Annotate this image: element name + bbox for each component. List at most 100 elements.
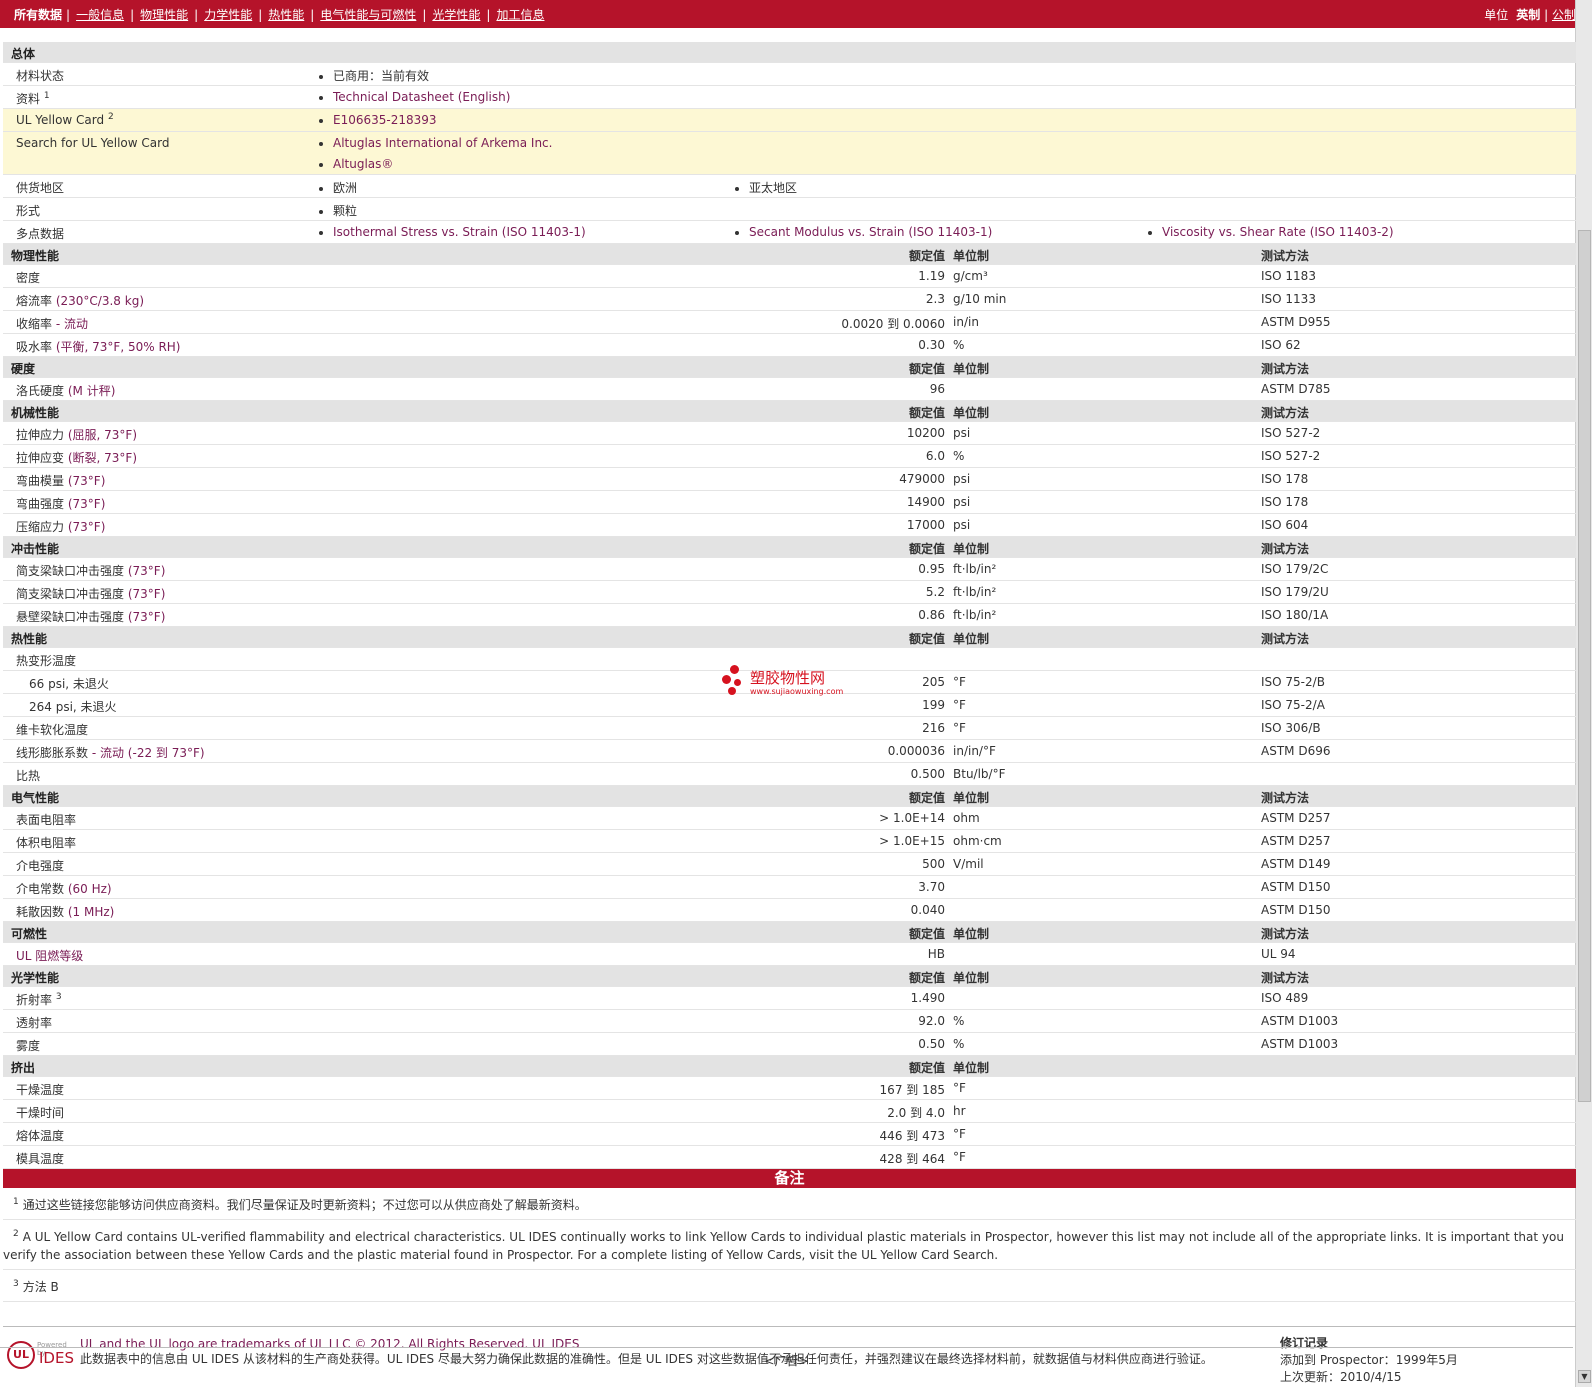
section-header: 机械性能 额定值 单位制 测试方法 [3,401,1576,422]
property-row: UL 阻燃等级 HB UL 94 [3,943,1576,966]
property-value: 0.000036 [887,744,945,758]
units-imperial[interactable]: 英制 [1516,8,1540,22]
row-label: Search for UL Yellow Card [16,136,170,150]
supplier-link[interactable]: Altuglas International of Arkema Inc. [333,136,552,150]
property-row: 弯曲强度 (73°F) 14900 psi ISO 178 [3,491,1576,514]
nav-optical[interactable]: 光学性能 [432,8,480,22]
property-label: 体积电阻率 [16,836,77,850]
column-header-value: 额定值 [908,1061,945,1075]
property-value: 14900 [906,495,945,509]
property-label: 拉伸应变 (断裂, 73°F) [16,451,138,465]
column-header-unit: 单位制 [953,362,990,376]
section-header: 光学性能 额定值 单位制 测试方法 [3,966,1576,987]
property-label: 干燥温度 [16,1083,65,1097]
test-method: ASTM D696 [1261,744,1331,758]
property-label: 密度 [16,271,41,285]
property-label: 熔体温度 [16,1129,65,1143]
nav-electrical-flammability[interactable]: 电气性能与可燃性 [320,8,416,22]
property-value: 0.0020 到 0.0060 [841,317,945,331]
property-row: 简支梁缺口冲击强度 (73°F) 0.95 ft·lb/in² ISO 179/2C [3,558,1576,581]
property-unit: ft·lb/in² [953,562,997,576]
property-row: 悬壁梁缺口冲击强度 (73°F) 0.86 ft·lb/in² ISO 180/1A [3,604,1576,627]
bullet-icon [735,230,739,235]
property-unit: % [953,449,965,463]
property-row: 压缩应力 (73°F) 17000 psi ISO 604 [3,514,1576,537]
bullet-item: Altuglas International of Arkema Inc. [319,136,552,150]
property-value: > 1.0E+14 [879,811,945,825]
section-header: 物理性能 额定值 单位制 测试方法 [3,244,1576,265]
nav-all-data[interactable]: 所有数据 [14,8,62,22]
scroll-thumb[interactable] [1578,230,1591,1102]
property-row: 熔流率 (230°C/3.8 kg) 2.3 g/10 min ISO 1133 [3,288,1576,311]
datasheet-content: 总体 材料状态 已商用：当前有效 资料 1 Technical Datashee… [3,42,1576,1395]
row-supply-region: 供货地区 欧洲 亚太地区 [3,175,1576,198]
vertical-scrollbar[interactable]: ▼ [1575,0,1592,1387]
watermark-logo: 塑胶物性网 www.sujiaowuxing.com [722,665,852,701]
multipoint-link[interactable]: Secant Modulus vs. Strain (ISO 11403-1) [749,225,992,239]
property-value: 3.70 [918,880,945,894]
row-search-yellow-card: Search for UL Yellow Card Altuglas Inter… [3,132,1576,175]
section-general-header: 总体 [3,42,1576,63]
property-row: 线形膨胀系数 - 流动 (-22 到 73°F) 0.000036 in/in/°F… [3,740,1576,763]
property-unit: in/in/°F [953,744,996,758]
section-nav: 所有数据 | 一般信息 | 物理性能 | 力学性能 | 热性能 | 电气性能与可燃性 | 光学性能 | 加工… [14,8,545,22]
ul-yellow-card-link[interactable]: E106635-218393 [333,113,437,127]
nav-physical[interactable]: 物理性能 [140,8,188,22]
property-row: 折射率 3 1.490 ISO 489 [3,987,1576,1010]
brand-link[interactable]: Altuglas® [333,157,393,171]
property-value: 96 [929,382,945,396]
test-method: ISO 178 [1261,495,1309,509]
row-ul-yellow-card: UL Yellow Card 2 E106635-218393 [3,109,1576,132]
property-row: 干燥时间 2.0 到 4.0 hr [3,1100,1576,1123]
property-label: 264 psi, 未退火 [29,700,117,714]
property-condition: - 流动 (-22 到 73°F) [91,746,205,760]
nav-general-info[interactable]: 一般信息 [76,8,124,22]
notes-title: 备注 [3,1169,1576,1188]
test-method: ASTM D1003 [1261,1014,1339,1028]
property-unit: °F [953,1081,966,1095]
property-label: 热变形温度 [16,654,77,668]
property-label: 熔流率 (230°C/3.8 kg) [16,294,144,308]
property-value: 0.50 [918,1037,945,1051]
property-label: 压缩应力 (73°F) [16,520,106,534]
column-header-value: 额定值 [908,362,945,376]
property-row: 吸水率 (平衡, 73°F, 50% RH) 0.30% ISO 62 [3,334,1576,357]
property-unit: °F [953,698,966,712]
property-label: 悬壁梁缺口冲击强度 (73°F) [16,610,166,624]
multipoint-link[interactable]: Isothermal Stress vs. Strain (ISO 11403-… [333,225,586,239]
note-item: 1 通过这些链接您能够访问供应商资料。我们尽量保证及时更新资料；不过您可以从供应商… [3,1188,1576,1220]
test-method: ISO 179/2U [1261,585,1329,599]
units-metric[interactable]: 公制 [1552,8,1576,22]
property-row: 洛氏硬度 (M 计秤) 96 ASTM D785 [3,378,1576,401]
test-method: ISO 178 [1261,472,1309,486]
bullet-item: 亚太地区 [735,179,797,196]
property-condition: (73°F) [127,610,166,624]
column-header-method: 测试方法 [1261,791,1310,805]
unit-switcher: 单位 英制 | 公制 [1484,8,1576,22]
property-label: 66 psi, 未退火 [29,677,109,691]
nav-processing[interactable]: 加工信息 [496,8,544,22]
nav-mechanical[interactable]: 力学性能 [204,8,252,22]
bullet-icon [1148,230,1152,235]
property-label: 吸水率 (平衡, 73°F, 50% RH) [16,340,181,354]
row-documents: 资料 1 Technical Datasheet (English) [3,86,1576,109]
property-value: 446 到 473 [879,1129,945,1143]
property-label: 弯曲强度 (73°F) [16,497,106,511]
property-value: 10200 [906,426,945,440]
property-label: 维卡软化温度 [16,723,89,737]
property-unit: psi [953,472,971,486]
column-header-value: 额定值 [908,249,945,263]
column-header-unit: 单位制 [953,632,990,646]
scroll-down-arrow-icon[interactable]: ▼ [1578,1370,1591,1383]
technical-datasheet-link[interactable]: Technical Datasheet (English) [333,90,510,104]
test-method: ISO 527-2 [1261,449,1321,463]
test-method: ISO 1183 [1261,269,1316,283]
multipoint-link[interactable]: Viscosity vs. Shear Rate (ISO 11403-2) [1162,225,1394,239]
property-label: 线形膨胀系数 - 流动 (-22 到 73°F) [16,746,205,760]
property-value: 6.0 [925,449,945,463]
section-title: 总体 [11,47,36,61]
property-row: 拉伸应力 (屈服, 73°F) 10200 psi ISO 527-2 [3,422,1576,445]
nav-thermal[interactable]: 热性能 [268,8,304,22]
property-label: 比热 [16,769,41,783]
section-title: 挤出 [11,1061,36,1075]
